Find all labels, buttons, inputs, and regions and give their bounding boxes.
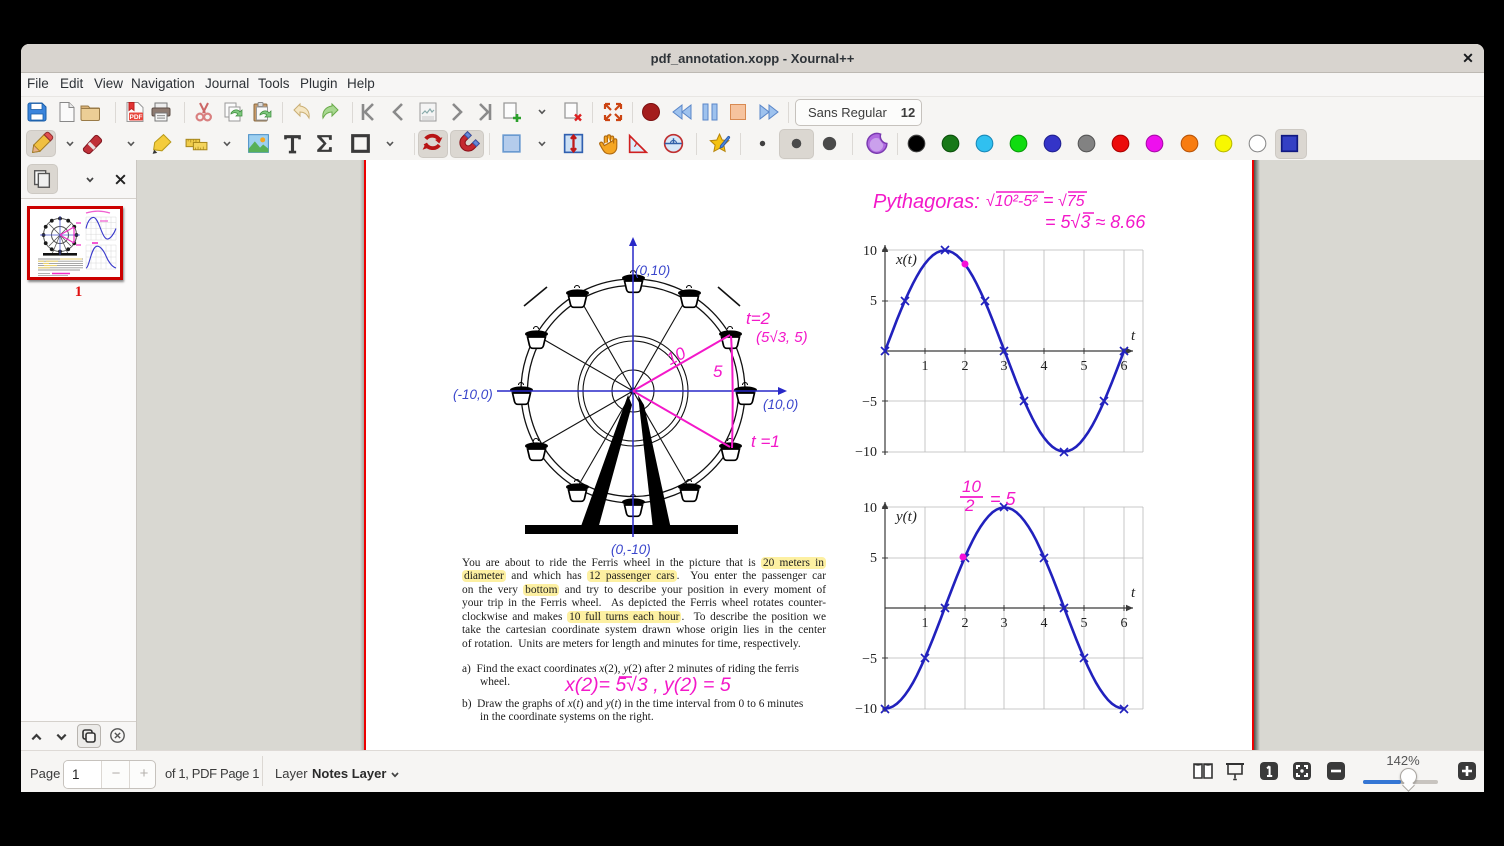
svg-text:(-10,0): (-10,0) <box>453 387 493 402</box>
svg-text:(10,0): (10,0) <box>763 397 798 412</box>
svg-text:5: 5 <box>870 551 877 566</box>
svg-text:5: 5 <box>870 294 877 309</box>
svg-text:(5√3, 5): (5√3, 5) <box>756 329 808 346</box>
svg-text:−10: −10 <box>855 445 877 460</box>
svg-text:2: 2 <box>962 359 969 374</box>
svg-text:5: 5 <box>1081 359 1088 374</box>
svg-text:x(t): x(t) <box>895 252 917 268</box>
svg-text:√75: √75 <box>1058 193 1085 210</box>
svg-text:PDF: PDF <box>130 114 143 121</box>
svg-text:(0,10): (0,10) <box>635 263 670 278</box>
svg-text:10: 10 <box>962 477 981 496</box>
svg-text:−10: −10 <box>855 702 877 717</box>
svg-text:x(2)= 5√3 , y(2) = 5: x(2)= 5√3 , y(2) = 5 <box>564 674 731 696</box>
svg-text:4: 4 <box>1041 359 1048 374</box>
svg-text:6: 6 <box>1121 359 1128 374</box>
svg-text:2: 2 <box>962 616 969 631</box>
svg-text:t: t <box>1131 328 1136 344</box>
svg-text:10: 10 <box>663 343 689 369</box>
svg-text:y(t): y(t) <box>894 509 917 525</box>
svg-text:5: 5 <box>1081 616 1088 631</box>
svg-text:10: 10 <box>863 244 877 259</box>
svg-text:−5: −5 <box>862 652 877 667</box>
svg-text:5: 5 <box>713 362 723 381</box>
svg-text:6: 6 <box>1121 616 1128 631</box>
svg-text:1: 1 <box>922 616 929 631</box>
svg-text:= 5√3 ≈ 8.66: = 5√3 ≈ 8.66 <box>1045 212 1146 232</box>
svg-text:2: 2 <box>964 496 975 515</box>
svg-text:1: 1 <box>922 359 929 374</box>
svg-text:−5: −5 <box>862 395 877 410</box>
svg-text:3: 3 <box>1001 616 1008 631</box>
svg-text:=: = <box>1043 190 1054 210</box>
svg-text:= 5: = 5 <box>990 489 1017 509</box>
svg-text:(0,-10): (0,-10) <box>611 542 651 557</box>
svg-text:t=2: t=2 <box>746 309 771 328</box>
svg-text:t =1: t =1 <box>751 432 780 451</box>
svg-text:t: t <box>1131 585 1136 601</box>
svg-text:√10²-5²: √10²-5² <box>986 193 1038 210</box>
svg-text:4: 4 <box>1041 616 1048 631</box>
svg-text:Pythagoras:: Pythagoras: <box>873 191 980 213</box>
svg-text:3: 3 <box>1001 359 1008 374</box>
svg-text:10: 10 <box>863 501 877 516</box>
